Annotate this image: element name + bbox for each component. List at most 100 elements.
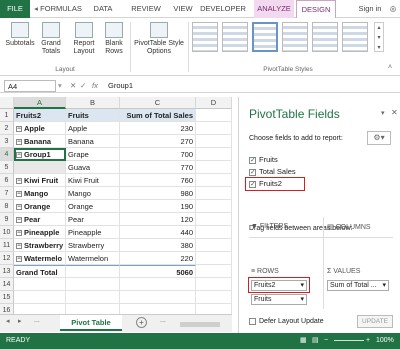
column-header-a[interactable]: A — [14, 97, 66, 109]
collapse-icon[interactable]: − — [16, 243, 22, 250]
pivot-value-cell[interactable]: 700 — [120, 148, 196, 161]
blank-rows-button[interactable]: Blank Rows — [102, 22, 126, 56]
sheet-ellipsis-button[interactable]: ... — [160, 317, 166, 324]
pivot-item-cell[interactable]: Orange — [66, 200, 120, 213]
cell[interactable] — [196, 226, 232, 239]
cell[interactable] — [66, 265, 120, 278]
row-header[interactable]: 6 — [0, 174, 14, 187]
collapse-icon[interactable]: − — [16, 204, 22, 211]
pivot-group-cell[interactable]: − Orange — [14, 200, 66, 213]
cell[interactable] — [14, 278, 66, 291]
pivot-value-cell[interactable]: 270 — [120, 135, 196, 148]
pivot-item-cell[interactable]: Grape — [66, 148, 120, 161]
collapse-icon[interactable]: − — [16, 256, 22, 263]
gallery-scroll-icon[interactable]: ▴ ▾ ▾ — [374, 22, 384, 52]
rows-item-fruits[interactable]: Fruits ▾ — [251, 294, 307, 305]
zoom-slider[interactable] — [334, 340, 364, 341]
zoom-out-icon[interactable]: − — [324, 333, 328, 349]
pivot-value-cell[interactable]: 760 — [120, 174, 196, 187]
pivot-value-cell[interactable]: 770 — [120, 161, 196, 174]
pivot-style-swatch[interactable] — [282, 22, 308, 52]
grand-totals-button[interactable]: Grand Totals — [38, 22, 64, 56]
row-header[interactable]: 15 — [0, 291, 14, 304]
dropdown-icon[interactable]: ▾ — [382, 281, 386, 290]
cell[interactable] — [196, 213, 232, 226]
pivot-item-cell[interactable]: Pineapple — [66, 226, 120, 239]
cancel-icon[interactable]: ✕ — [70, 79, 76, 93]
pivot-style-swatch[interactable] — [312, 22, 338, 52]
zoom-in-icon[interactable]: + — [366, 333, 370, 349]
subtotals-button[interactable]: Subtotals — [4, 22, 36, 48]
cell[interactable] — [14, 291, 66, 304]
cell[interactable] — [196, 200, 232, 213]
cell[interactable] — [196, 122, 232, 135]
pivot-item-cell[interactable]: Watermelon — [66, 252, 120, 265]
enter-icon[interactable]: ✓ — [80, 79, 86, 93]
page-layout-icon[interactable]: ▤ — [312, 333, 319, 349]
pivot-group-cell[interactable]: − Strawberry — [14, 239, 66, 252]
cell[interactable] — [120, 291, 196, 304]
tab-file[interactable]: FILE — [0, 0, 30, 18]
pivot-style-swatch[interactable] — [222, 22, 248, 52]
row-header[interactable]: 9 — [0, 213, 14, 226]
tab-formulas[interactable]: FORMULAS — [40, 0, 82, 18]
pivot-group-cell[interactable]: − Kiwi Fruit — [14, 174, 66, 187]
defer-layout-update[interactable]: Defer Layout Update — [249, 317, 324, 327]
values-header[interactable]: Sum of Total Sales — [120, 109, 196, 122]
report-layout-button[interactable]: Report Layout — [70, 22, 98, 56]
row-header[interactable]: 8 — [0, 200, 14, 213]
cell[interactable] — [196, 252, 232, 265]
collapse-ribbon-icon[interactable]: ˄ — [388, 64, 392, 71]
account-icon[interactable]: ◎ — [388, 0, 398, 18]
pivot-style-swatch[interactable] — [342, 22, 368, 52]
cell[interactable] — [196, 265, 232, 278]
cell[interactable] — [196, 291, 232, 304]
pivot-group-cell[interactable]: − Apple — [14, 122, 66, 135]
row-header[interactable]: 11 — [0, 239, 14, 252]
cell[interactable] — [196, 109, 232, 122]
insert-function-icon[interactable]: fx — [92, 79, 98, 93]
pivot-group-cell[interactable]: − Group1 — [14, 148, 66, 161]
field-item-total-sales[interactable]: ✓ Total Sales — [249, 167, 296, 177]
pivot-value-cell[interactable]: 190 — [120, 200, 196, 213]
zoom-level[interactable]: 100% — [376, 333, 394, 349]
tab-data[interactable]: DATA — [88, 0, 118, 18]
gear-icon[interactable]: ⚙▾ — [367, 131, 391, 145]
dropdown-icon[interactable]: ▾ — [300, 295, 304, 304]
pivot-item-cell[interactable]: Strawberry — [66, 239, 120, 252]
pivot-value-cell[interactable]: 230 — [120, 122, 196, 135]
tab-design[interactable]: DESIGN — [296, 0, 336, 18]
column-header-d[interactable]: D — [196, 97, 232, 109]
tab-view[interactable]: VIEW — [170, 0, 196, 18]
pivot-item-cell[interactable]: Pear — [66, 213, 120, 226]
column-header-b[interactable]: B — [66, 97, 120, 109]
pivot-group-cell[interactable]: − Mango — [14, 187, 66, 200]
cell[interactable] — [66, 291, 120, 304]
collapse-icon[interactable]: − — [16, 152, 22, 159]
row-header[interactable]: 13 — [0, 265, 14, 278]
row-header[interactable]: 1 — [0, 109, 14, 122]
tab-review[interactable]: REVIEW — [128, 0, 164, 18]
checkbox-unchecked-icon[interactable] — [249, 317, 256, 325]
row-header[interactable]: 5 — [0, 161, 14, 174]
horizontal-scrollbar[interactable] — [180, 322, 220, 327]
pivot-item-cell[interactable]: Guava — [66, 161, 120, 174]
cell[interactable] — [196, 239, 232, 252]
field-item-fruits[interactable]: ✓ Fruits — [249, 155, 278, 165]
pivot-style-swatch[interactable] — [192, 22, 218, 52]
pivot-group-cell[interactable] — [14, 161, 66, 174]
sheet-tab-pivot-table[interactable]: Pivot Table — [60, 315, 122, 331]
sign-in-link[interactable]: Sign in — [352, 0, 388, 18]
row-label-header[interactable]: Fruits — [66, 109, 120, 122]
collapse-icon[interactable]: − — [16, 178, 22, 185]
pivot-item-cell[interactable]: Kiwi Fruit — [66, 174, 120, 187]
collapse-icon[interactable]: − — [16, 126, 22, 133]
cell[interactable] — [196, 187, 232, 200]
row-header[interactable]: 3 — [0, 135, 14, 148]
pivot-group-cell[interactable]: − Pear — [14, 213, 66, 226]
pivot-style-swatch-selected[interactable] — [252, 22, 278, 52]
row-header[interactable]: 14 — [0, 278, 14, 291]
checkbox-checked-icon[interactable]: ✓ — [249, 156, 256, 164]
tab-developer[interactable]: DEVELOPER — [200, 0, 246, 18]
pivot-value-cell[interactable]: 980 — [120, 187, 196, 200]
